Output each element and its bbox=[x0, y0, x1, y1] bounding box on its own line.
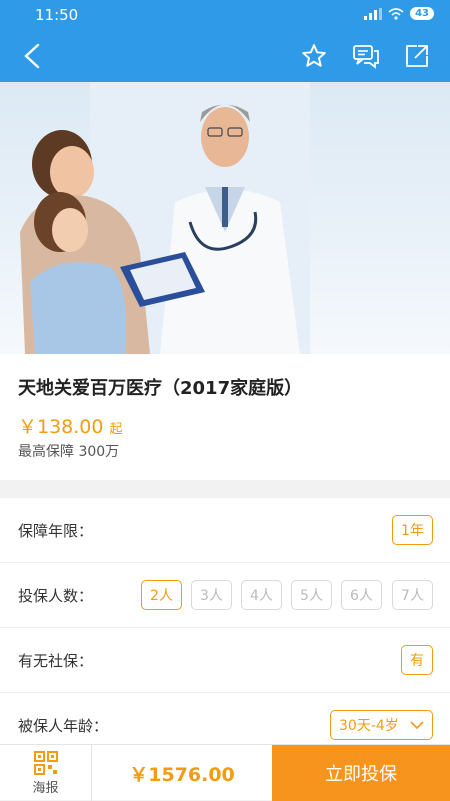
qr-code-icon bbox=[33, 750, 58, 775]
status-time: 11:50 bbox=[35, 6, 79, 24]
age-label: 被保人年龄： bbox=[18, 717, 109, 735]
star-icon[interactable] bbox=[298, 40, 330, 72]
buy-now-button[interactable]: 立即投保 bbox=[272, 745, 450, 801]
price-suffix: 起 bbox=[109, 422, 123, 437]
share-icon[interactable] bbox=[401, 40, 433, 72]
term-chip[interactable]: 1年 bbox=[392, 515, 433, 545]
people-chip-7[interactable]: 7人 bbox=[392, 580, 433, 610]
product-price: ￥138.00 起 bbox=[18, 412, 123, 439]
product-info: 天地关爱百万医疗（2017家庭版） ￥138.00 起 最高保障 300万 bbox=[0, 354, 450, 480]
option-row-people: 投保人数： 2人 3人 4人 5人 6人 7人 bbox=[0, 563, 450, 628]
price-value: ￥138.00 bbox=[18, 416, 104, 438]
status-bar: 11:50 43 bbox=[0, 0, 450, 30]
people-chip-4[interactable]: 4人 bbox=[241, 580, 282, 610]
term-label: 保障年限： bbox=[18, 522, 94, 540]
age-value: 30天-4岁 bbox=[339, 718, 399, 734]
people-chip-5[interactable]: 5人 bbox=[291, 580, 332, 610]
people-chip-3[interactable]: 3人 bbox=[191, 580, 232, 610]
back-arrow-icon[interactable] bbox=[16, 40, 48, 72]
people-label: 投保人数： bbox=[18, 587, 94, 605]
people-chip-6[interactable]: 6人 bbox=[341, 580, 382, 610]
chevron-down-icon bbox=[410, 721, 424, 730]
status-icons: 43 bbox=[364, 7, 434, 20]
people-chip-2[interactable]: 2人 bbox=[141, 580, 182, 610]
social-chip[interactable]: 有 bbox=[401, 645, 433, 675]
coverage-text: 最高保障 300万 bbox=[18, 444, 120, 460]
bottom-bar: 海报 ￥1576.00 立即投保 bbox=[0, 744, 450, 801]
wifi-icon bbox=[388, 7, 404, 20]
battery-icon: 43 bbox=[410, 7, 434, 20]
product-hero-image bbox=[0, 82, 450, 354]
social-label: 有无社保： bbox=[18, 652, 94, 670]
option-row-term: 保障年限： 1年 bbox=[0, 498, 450, 563]
signal-icon bbox=[364, 7, 383, 20]
message-icon[interactable] bbox=[350, 40, 382, 72]
product-title: 天地关爱百万医疗（2017家庭版） bbox=[18, 378, 303, 399]
total-price: ￥1576.00 bbox=[129, 763, 235, 786]
poster-label: 海报 bbox=[32, 780, 59, 796]
age-select[interactable]: 30天-4岁 bbox=[330, 710, 433, 740]
option-row-social: 有无社保： 有 bbox=[0, 628, 450, 693]
option-row-age: 被保人年龄： 30天-4岁 bbox=[0, 693, 450, 748]
plan-options: 保障年限： 1年 投保人数： 2人 3人 4人 5人 6人 7人 有无社保： 有… bbox=[0, 498, 450, 748]
top-toolbar bbox=[0, 30, 450, 82]
poster-button[interactable]: 海报 bbox=[0, 745, 92, 801]
